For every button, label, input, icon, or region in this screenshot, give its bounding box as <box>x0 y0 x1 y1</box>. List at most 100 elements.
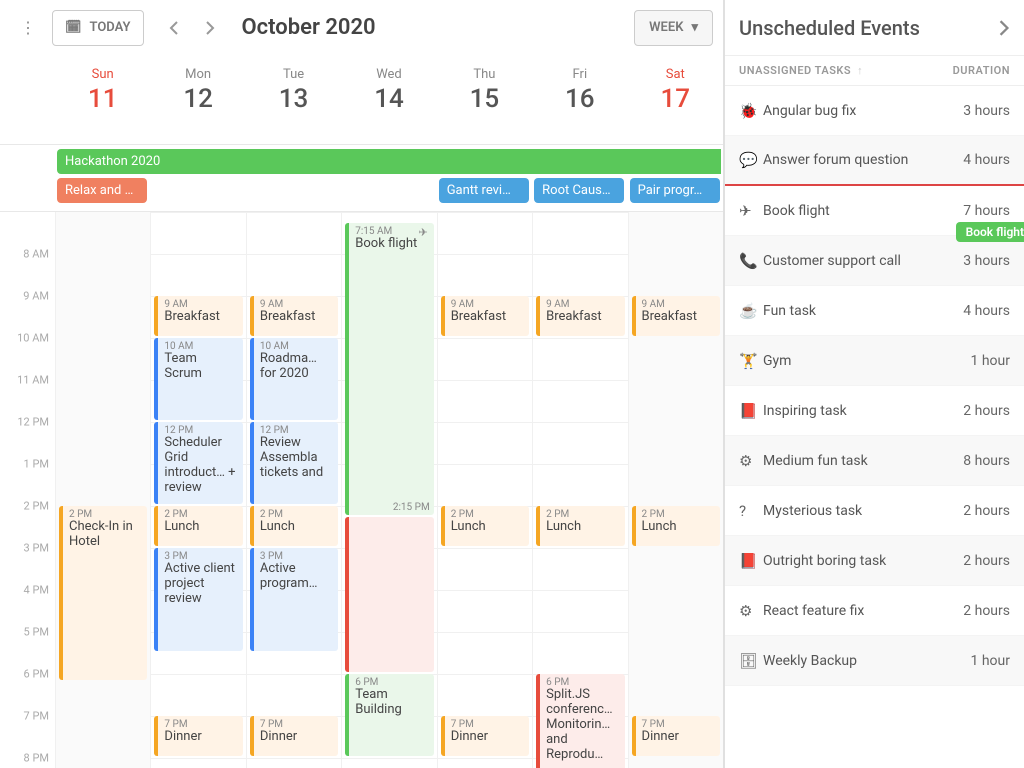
task-duration: 2 hours <box>963 603 1010 619</box>
day-header[interactable]: Fri16 <box>532 55 627 144</box>
calendar-event[interactable]: 12 PMScheduler Grid introduct… + review <box>154 422 242 504</box>
calendar-event[interactable]: 9 AMBreakfast <box>250 296 338 336</box>
duration-col-label[interactable]: DURATION <box>953 64 1010 77</box>
task-row[interactable]: 🐞Angular bug fix3 hours <box>725 86 1024 136</box>
allday-event[interactable]: Hackathon 2020 <box>57 149 721 174</box>
calendar-event[interactable]: 7 PMDinner <box>250 716 338 756</box>
chat-icon: 💬 <box>739 151 763 169</box>
tasks-col-label[interactable]: UNASSIGNED TASKS <box>739 64 851 77</box>
gear-icon: ⚙ <box>739 602 763 620</box>
sort-arrow-icon[interactable]: ↑ <box>857 64 863 77</box>
task-row[interactable]: ?Mysterious task2 hours <box>725 486 1024 536</box>
time-label: 8 AM <box>23 248 49 261</box>
calendar-event[interactable]: 2 PMLunch <box>632 506 720 546</box>
task-list: 🐞Angular bug fix3 hours💬Answer forum que… <box>725 86 1024 768</box>
calendar-event[interactable]: 3 PMActive program… <box>250 548 338 651</box>
calendar-event[interactable]: 9 AMBreakfast <box>154 296 242 336</box>
calendar-event[interactable]: 2 PMLunch <box>154 506 242 546</box>
event-title: Lunch <box>164 520 236 535</box>
task-name: Gym <box>763 353 971 369</box>
calendar-event[interactable]: 7 PMDinner <box>441 716 529 756</box>
task-row[interactable]: ☕Fun task4 hours <box>725 286 1024 336</box>
day-header[interactable]: Sun11 <box>55 55 150 144</box>
allday-event[interactable]: Gantt revi… <box>439 178 529 203</box>
calendar-event[interactable]: 10 AMRoadma… for 2020 <box>250 338 338 420</box>
day-number: 11 <box>55 84 150 114</box>
time-grid: 8 AM9 AM10 AM11 AM12 PM1 PM2 PM3 PM4 PM5… <box>0 212 723 768</box>
allday-event[interactable]: Root Caus… <box>534 178 624 203</box>
event-title: Breakfast <box>260 310 332 325</box>
day-header[interactable]: Sat17 <box>628 55 723 144</box>
task-row[interactable]: 🗄Weekly Backup1 hour <box>725 636 1024 686</box>
next-button[interactable] <box>192 10 228 46</box>
allday-event[interactable]: Pair progr… <box>630 178 720 203</box>
dow-label: Mon <box>150 67 245 82</box>
day-column[interactable]: 9 AMBreakfast 2 PMLunch 7 PMDinner <box>628 212 723 768</box>
calendar-event[interactable]: 6 PMSplit.JS conferenc… Monitorin… and R… <box>536 674 624 768</box>
event-title: Dinner <box>642 730 714 745</box>
day-header[interactable]: Thu 15 <box>437 55 532 144</box>
calendar-event[interactable]: 3 PMActive client project review <box>154 548 242 651</box>
task-row[interactable]: 📕Inspiring task2 hours <box>725 386 1024 436</box>
day-column[interactable]: ✈7:15 AMBook flight2:15 PM 6 PMTeam Build… <box>341 212 436 768</box>
day-headers: Sun11Mon 12Tue13Wed14Thu 15Fri16Sat17 <box>0 55 723 145</box>
task-row[interactable]: 🏋Gym1 hour <box>725 336 1024 386</box>
calendar-event[interactable]: 6 PMTeam Building <box>345 674 433 756</box>
view-selector[interactable]: WEEK ▾ <box>634 10 713 46</box>
calendar-event[interactable]: 2 PMLunch <box>536 506 624 546</box>
task-row[interactable]: 📕Outright boring task2 hours <box>725 536 1024 586</box>
day-number: 13 <box>246 84 341 114</box>
calendar-event[interactable]: 10 AMTeam Scrum <box>154 338 242 420</box>
allday-event[interactable]: Relax and … <box>57 178 147 203</box>
calendar-event[interactable]: ✈7:15 AMBook flight2:15 PM <box>345 223 433 515</box>
time-label: 11 AM <box>17 374 49 387</box>
task-name: Inspiring task <box>763 403 963 419</box>
event-title: Lunch <box>546 520 618 535</box>
calendar-event[interactable]: 9 AMBreakfast <box>536 296 624 336</box>
task-row[interactable]: ⚙React feature fix2 hours <box>725 586 1024 636</box>
day-header[interactable]: Tue13 <box>246 55 341 144</box>
task-row[interactable]: 💬Answer forum question4 hours <box>725 136 1024 186</box>
calendar-event[interactable]: 9 AMBreakfast <box>632 296 720 336</box>
day-column[interactable]: 9 AMBreakfast 2 PMLunch 6 PMSplit.JS confe… <box>532 212 627 768</box>
event-end-time: 2:15 PM <box>393 502 430 513</box>
day-column[interactable]: 9 AMBreakfast 2 PMLunch 7 PMDinner <box>437 212 532 768</box>
event-title: Breakfast <box>164 310 236 325</box>
calendar-event[interactable] <box>345 517 433 673</box>
task-name: Weekly Backup <box>763 653 971 669</box>
event-title: Team Scrum <box>164 352 236 382</box>
chevron-down-icon: ▾ <box>691 20 698 35</box>
dow-label: Thu <box>437 67 532 82</box>
dow-label: Sat <box>628 67 723 82</box>
event-title: Breakfast <box>451 310 523 325</box>
day-number: 14 <box>341 84 436 114</box>
calendar-event[interactable]: 7 PMDinner <box>154 716 242 756</box>
task-duration: 1 hour <box>971 653 1011 669</box>
gear-icon: ⚙ <box>739 452 763 470</box>
calendar-event[interactable]: 2 PMLunch <box>441 506 529 546</box>
day-header[interactable]: Mon 12 <box>150 55 245 144</box>
day-column[interactable]: 2 PMCheck-In in Hotel <box>55 212 150 768</box>
task-name: Answer forum question <box>763 152 963 168</box>
calendar-event[interactable]: 2 PMLunch <box>250 506 338 546</box>
chevron-right-icon[interactable] <box>998 20 1010 36</box>
day-header[interactable]: Wed14 <box>341 55 436 144</box>
calendar-event[interactable]: 7 PMDinner <box>632 716 720 756</box>
day-number: 12 <box>150 84 245 114</box>
day-number: 15 <box>437 84 532 114</box>
day-column[interactable]: 9 AMBreakfast10 AMRoadma… for 202012 PMR… <box>246 212 341 768</box>
task-row[interactable]: 📞Customer support call3 hours <box>725 236 1024 286</box>
book-icon: 📕 <box>739 402 763 420</box>
task-row[interactable]: ✈Book flight7 hoursBook flight <box>725 186 1024 236</box>
unscheduled-pane: Unscheduled Events UNASSIGNED TASKS ↑ DU… <box>724 0 1024 768</box>
day-column[interactable]: 9 AMBreakfast10 AMTeam Scrum12 PMSchedul… <box>150 212 245 768</box>
task-row[interactable]: ⚙Medium fun task8 hours <box>725 436 1024 486</box>
menu-icon[interactable]: ⋮ <box>10 10 46 46</box>
prev-button[interactable] <box>156 10 192 46</box>
calendar-event[interactable]: 12 PMReview Assembla tickets and <box>250 422 338 504</box>
task-name: Medium fun task <box>763 453 963 469</box>
time-label: 7 PM <box>24 710 49 723</box>
today-button[interactable]: 🗓 TODAY <box>52 10 144 46</box>
calendar-event[interactable]: 2 PMCheck-In in Hotel <box>59 506 147 680</box>
calendar-event[interactable]: 9 AMBreakfast <box>441 296 529 336</box>
